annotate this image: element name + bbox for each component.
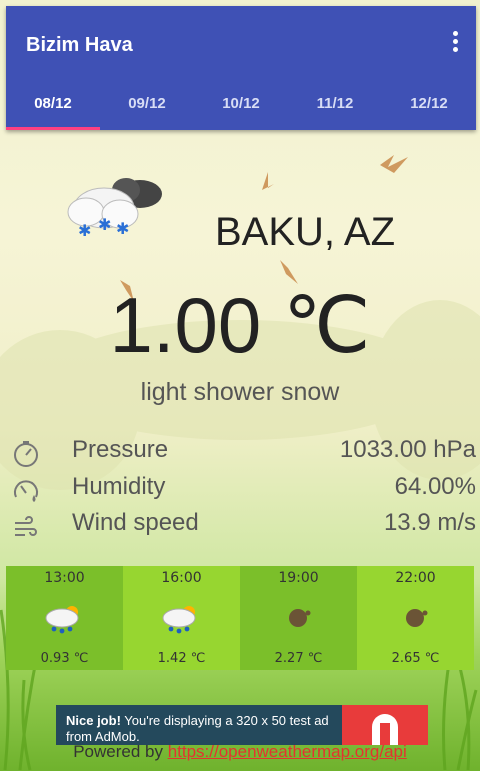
powered-by-label: Powered by xyxy=(73,742,168,761)
ad-banner[interactable]: Nice job! You're displaying a 320 x 50 t… xyxy=(56,705,428,745)
date-tabs: 08/12 09/12 10/12 11/12 12/12 xyxy=(6,78,476,130)
moon-icon xyxy=(406,609,428,627)
weather-description: light shower snow xyxy=(140,378,340,406)
stat-pressure: Pressure 1033.00 hPa xyxy=(8,436,476,470)
forecast-time: 13:00 xyxy=(44,570,85,586)
city-name: BAKU, AZ xyxy=(214,210,396,254)
forecast-temp: 2.27 ℃ xyxy=(274,651,323,666)
forecast-item[interactable]: 19:00 2.27 ℃ xyxy=(240,566,357,670)
hourly-forecast: 13:00 0.93 ℃ 16:00 1.42 ℃ 19:00 2.27 ℃ 2… xyxy=(6,566,474,670)
admob-logo-icon xyxy=(342,705,428,745)
forecast-item[interactable]: 16:00 1.42 ℃ xyxy=(123,566,240,670)
overflow-menu-icon[interactable] xyxy=(450,28,460,56)
forecast-temp: 2.65 ℃ xyxy=(391,651,440,666)
powered-by: Powered by https://openweathermap.org/ap… xyxy=(0,742,480,762)
tab-date-3[interactable]: 10/12 xyxy=(194,78,288,130)
humidity-value: 64.00% xyxy=(394,473,476,500)
tab-date-1[interactable]: 08/12 xyxy=(6,78,100,130)
humidity-gauge-icon xyxy=(14,480,38,502)
humidity-label: Humidity xyxy=(72,473,166,500)
tab-date-4[interactable]: 11/12 xyxy=(288,78,382,130)
ad-title: Nice job! xyxy=(66,713,121,728)
forecast-time: 16:00 xyxy=(161,570,202,586)
current-temperature: 1.00 ℃ xyxy=(109,281,371,369)
ad-text: Nice job! You're displaying a 320 x 50 t… xyxy=(66,713,346,745)
forecast-temp: 0.93 ℃ xyxy=(40,651,89,666)
tab-date-5[interactable]: 12/12 xyxy=(382,78,476,130)
forecast-item[interactable]: 13:00 0.93 ℃ xyxy=(6,566,123,670)
app-bar: Bizim Hava 08/12 09/12 10/12 11/12 12/12 xyxy=(6,6,476,130)
pressure-value: 1033.00 hPa xyxy=(339,436,476,463)
pressure-gauge-icon xyxy=(14,441,38,467)
app-title: Bizim Hava xyxy=(26,34,133,56)
openweathermap-link[interactable]: https://openweathermap.org/api xyxy=(168,742,407,761)
forecast-temp: 1.42 ℃ xyxy=(157,651,206,666)
moon-icon xyxy=(289,609,311,627)
pressure-label: Pressure xyxy=(72,436,169,463)
forecast-item[interactable]: 22:00 2.65 ℃ xyxy=(357,566,474,670)
rain-sun-cloud-icon xyxy=(45,606,79,634)
rain-sun-cloud-icon xyxy=(162,606,196,634)
tab-date-2[interactable]: 09/12 xyxy=(100,78,194,130)
forecast-time: 19:00 xyxy=(278,570,319,586)
stat-humidity: Humidity 64.00% xyxy=(8,473,476,507)
forecast-time: 22:00 xyxy=(395,570,436,586)
